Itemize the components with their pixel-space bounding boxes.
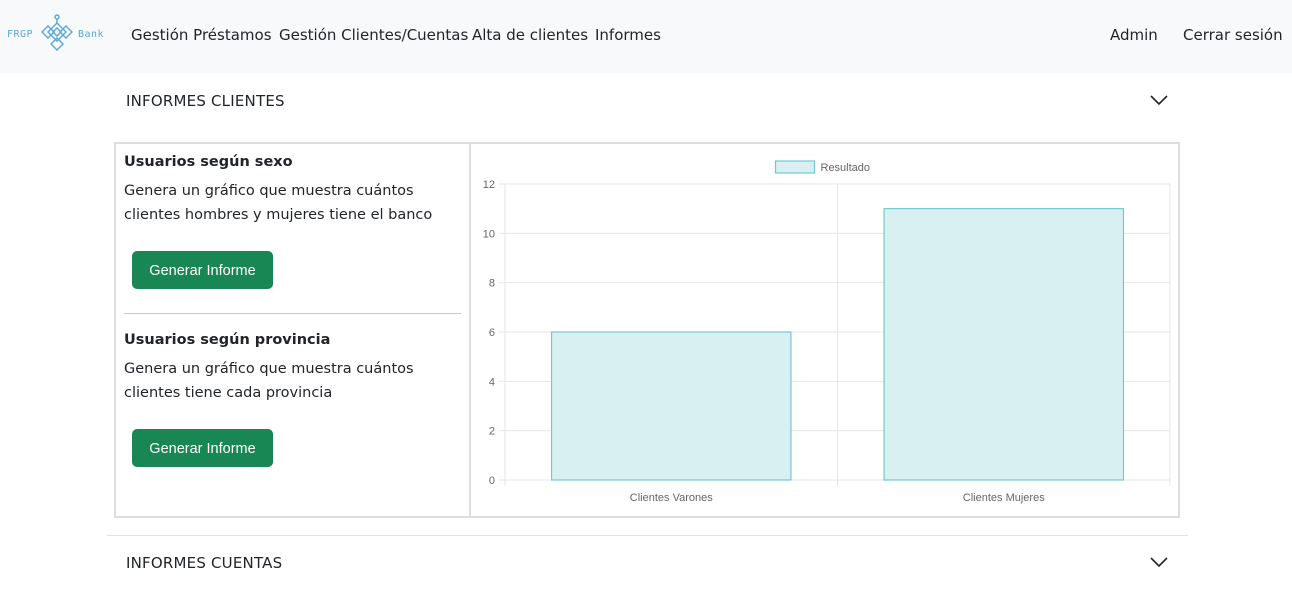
chevron-up-icon[interactable] bbox=[1150, 94, 1168, 106]
nav-link-alta-clientes[interactable]: Alta de clientes bbox=[472, 26, 588, 44]
legend-swatch bbox=[774, 160, 816, 174]
report-title-sexo: Usuarios según sexo bbox=[124, 154, 293, 170]
top-navbar: FRGP Bank Gestión Préstamos Gestión Clie… bbox=[0, 0, 1292, 73]
generate-report-provincia-button[interactable]: Generar Informe bbox=[132, 429, 273, 467]
accordion-title-clientes: INFORMES CLIENTES bbox=[126, 92, 285, 110]
diamond-logo-icon bbox=[41, 14, 73, 51]
y-tick-label: 4 bbox=[489, 376, 495, 388]
y-tick-label: 2 bbox=[489, 426, 495, 438]
y-tick-label: 8 bbox=[489, 278, 495, 290]
chevron-down-icon[interactable] bbox=[1150, 556, 1168, 568]
bar-chart: 0 2 4 6 8 10 12 Clientes Varones Clientes Mujere… bbox=[483, 160, 1171, 504]
nav-link-informes[interactable]: Informes bbox=[595, 26, 661, 44]
y-tick-label: 6 bbox=[489, 327, 495, 339]
bar bbox=[550, 331, 792, 481]
brand-text-right: Bank bbox=[78, 29, 105, 40]
generate-report-sexo-button[interactable]: Generar Informe bbox=[132, 251, 273, 289]
accordion-header-cuentas[interactable]: INFORMES CUENTAS bbox=[107, 536, 1188, 588]
brand-logo[interactable]: FRGP Bank bbox=[6, 14, 108, 56]
x-tick-label: Clientes Mujeres bbox=[963, 492, 1045, 504]
y-tick-label: 12 bbox=[483, 179, 495, 191]
legend-label: Resultado bbox=[821, 162, 871, 174]
report-description-provincia: Genera un gráfico que muestra cuántos cl… bbox=[124, 361, 414, 401]
nav-link-prestamos[interactable]: Gestión Préstamos bbox=[131, 26, 272, 44]
report-description-sexo: Genera un gráfico que muestra cuántos cl… bbox=[124, 183, 433, 223]
y-tick-label: 0 bbox=[489, 475, 495, 487]
accordion-header-clientes[interactable]: INFORMES CLIENTES bbox=[107, 74, 1188, 126]
brand-text-left: FRGP bbox=[7, 29, 34, 40]
bar bbox=[883, 208, 1125, 481]
y-tick-label: 10 bbox=[483, 228, 495, 240]
user-name-link[interactable]: Admin bbox=[1110, 26, 1158, 44]
x-tick-label: Clientes Varones bbox=[630, 492, 713, 504]
nav-link-clientes-cuentas[interactable]: Gestión Clientes/Cuentas bbox=[279, 26, 468, 44]
logout-link[interactable]: Cerrar sesión bbox=[1183, 26, 1283, 44]
report-separator bbox=[124, 313, 461, 314]
report-title-provincia: Usuarios según provincia bbox=[124, 332, 331, 348]
accordion-title-cuentas: INFORMES CUENTAS bbox=[126, 554, 283, 572]
